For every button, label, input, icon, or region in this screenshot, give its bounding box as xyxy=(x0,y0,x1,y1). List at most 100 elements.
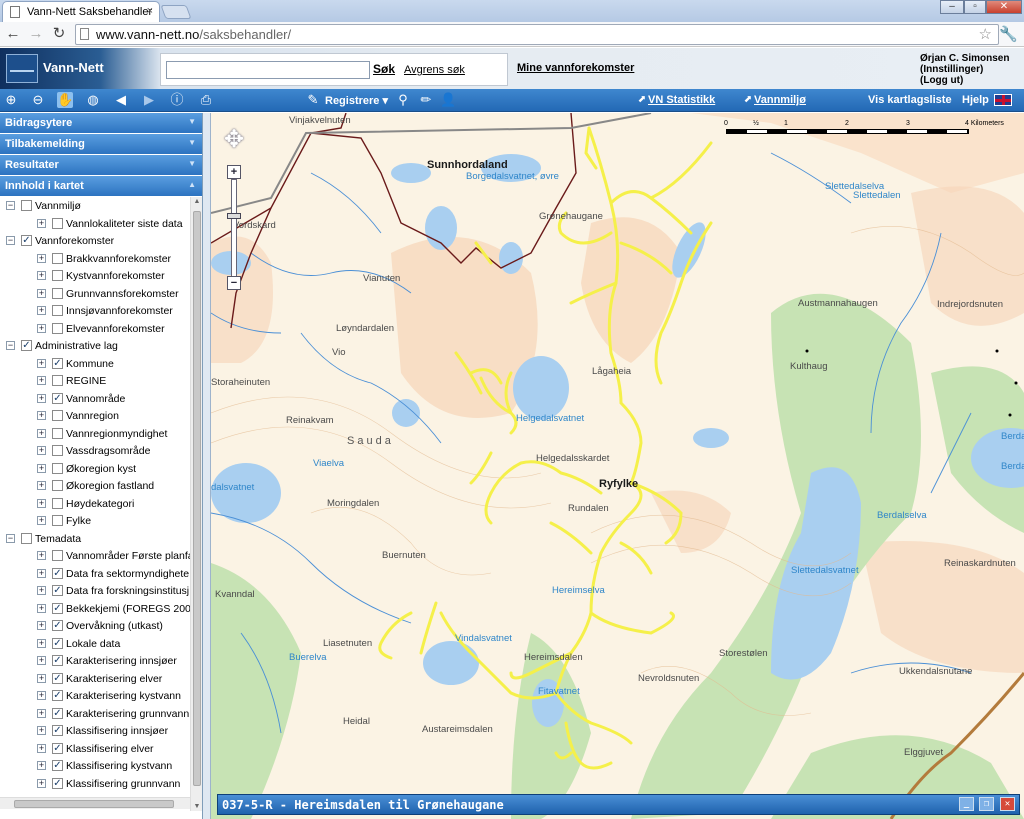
layer-row[interactable]: + ✓ Karakterisering innsjøer xyxy=(0,652,190,670)
layer-list-link[interactable]: Vis kartlagsliste xyxy=(868,94,952,106)
expand-icon[interactable]: + xyxy=(37,306,46,315)
layer-checkbox[interactable] xyxy=(52,375,63,386)
layer-checkbox[interactable]: ✓ xyxy=(52,567,63,579)
register-menu[interactable]: Registrere ▾ xyxy=(325,94,388,107)
maximize-window-button[interactable]: ▫ xyxy=(964,0,986,14)
layer-checkbox[interactable] xyxy=(52,515,63,526)
layer-group-row[interactable]: − ✓ Vannforekomster xyxy=(0,232,190,250)
layer-row[interactable]: + Elvevannforekomster xyxy=(0,320,190,338)
expand-icon[interactable]: + xyxy=(37,673,46,683)
panel-results[interactable]: Resultater ▼ xyxy=(0,155,202,175)
tree-horizontal-scrollbar[interactable] xyxy=(0,797,190,809)
search-input[interactable] xyxy=(166,61,370,79)
layer-group-row[interactable]: − Temadata xyxy=(0,530,190,548)
layer-row[interactable]: + Vannområder Første planfa xyxy=(0,547,190,565)
layer-checkbox[interactable] xyxy=(52,497,63,509)
layer-checkbox[interactable] xyxy=(21,532,32,544)
layer-checkbox[interactable] xyxy=(52,427,63,439)
zoom-in-icon[interactable]: ⊕ xyxy=(3,92,19,108)
layer-checkbox[interactable] xyxy=(52,270,63,281)
settings-link[interactable]: (Innstillinger) xyxy=(920,64,1009,75)
zoom-extent-icon[interactable]: ◍ xyxy=(85,92,101,108)
expand-icon[interactable]: + xyxy=(37,761,46,770)
layer-row[interactable]: + Vannregionmyndighet xyxy=(0,425,190,443)
map-zoom-out-button[interactable]: − xyxy=(227,276,241,290)
layer-checkbox[interactable] xyxy=(52,550,63,561)
layer-row[interactable]: + Fylke xyxy=(0,512,190,530)
layer-row[interactable]: + Brakkvannforekomster xyxy=(0,250,190,268)
expand-icon[interactable]: + xyxy=(37,271,46,280)
layer-checkbox[interactable] xyxy=(52,305,63,316)
bookmark-star-icon[interactable]: ☆ xyxy=(979,25,992,43)
expand-icon[interactable]: + xyxy=(37,778,46,788)
draw-icon[interactable]: ✏ xyxy=(418,92,434,108)
close-tab-icon[interactable]: × xyxy=(147,5,153,17)
panel-feedback[interactable]: Tilbakemelding ▼ xyxy=(0,134,202,154)
layer-checkbox[interactable]: ✓ xyxy=(21,340,32,351)
layer-checkbox[interactable]: ✓ xyxy=(52,620,63,631)
my-waterbodies-link[interactable]: Mine vannforekomster xyxy=(517,62,634,74)
expand-icon[interactable]: + xyxy=(37,726,46,735)
scrollbar-thumb[interactable] xyxy=(14,800,174,808)
layer-row[interactable]: + ✓ Bekkekjemi (FOREGS 2008 xyxy=(0,600,190,618)
layer-row[interactable]: + Vannregion xyxy=(0,407,190,425)
layer-row[interactable]: + ✓ Klassifisering elver xyxy=(0,740,190,758)
layer-checkbox[interactable] xyxy=(52,462,63,474)
add-user-icon[interactable]: 👤 xyxy=(440,92,456,108)
expand-icon[interactable]: + xyxy=(37,603,46,613)
new-tab-button[interactable] xyxy=(160,5,192,19)
layer-group-row[interactable]: − ✓ Administrative lag xyxy=(0,337,190,355)
layer-row[interactable]: + Innsjøvannforekomster xyxy=(0,302,190,320)
layer-checkbox[interactable]: ✓ xyxy=(52,707,63,719)
english-flag-icon[interactable] xyxy=(994,94,1012,106)
layer-checkbox[interactable]: ✓ xyxy=(52,725,63,736)
layer-row[interactable]: + Vannlokaliteter siste data xyxy=(0,215,190,233)
layer-row[interactable]: + ✓ Data fra sektormyndighete xyxy=(0,565,190,583)
collapse-icon[interactable]: − xyxy=(6,236,15,245)
previous-extent-icon[interactable]: ◀ xyxy=(113,92,129,108)
panel-map-contents[interactable]: Innhold i kartet ▲ xyxy=(0,176,202,196)
layer-checkbox[interactable]: ✓ xyxy=(52,742,63,754)
expand-icon[interactable]: + xyxy=(37,288,46,298)
scroll-down-icon[interactable]: ▼ xyxy=(192,803,202,810)
wrench-menu-icon[interactable]: 🔧 xyxy=(999,25,1018,43)
scroll-up-icon[interactable]: ▲ xyxy=(192,198,202,205)
close-window-button[interactable]: ✕ xyxy=(986,0,1022,14)
collapse-icon[interactable]: − xyxy=(6,533,15,543)
layer-row[interactable]: + ✓ Karakterisering grunnvann xyxy=(0,705,190,723)
layer-checkbox[interactable] xyxy=(52,445,63,456)
expand-icon[interactable]: + xyxy=(37,376,46,385)
info-window-titlebar[interactable]: 037-5-R - Hereimsdalen til Grønehaugane … xyxy=(217,794,1020,815)
layer-row[interactable]: + Høydekategori xyxy=(0,495,190,513)
tree-vertical-scrollbar[interactable]: ▲ ▼ xyxy=(190,197,202,811)
back-icon[interactable]: ← xyxy=(4,25,22,43)
collapse-icon[interactable]: − xyxy=(6,341,15,350)
expand-icon[interactable]: + xyxy=(37,253,46,263)
next-extent-icon[interactable]: ▶ xyxy=(141,92,157,108)
layer-row[interactable]: + ✓ Klassifisering kystvann xyxy=(0,757,190,775)
expand-icon[interactable]: + xyxy=(37,551,46,560)
expand-icon[interactable]: + xyxy=(37,358,46,368)
layer-row[interactable]: + ✓ Karakterisering elver xyxy=(0,670,190,688)
expand-icon[interactable]: + xyxy=(37,516,46,525)
expand-icon[interactable]: + xyxy=(37,428,46,438)
expand-icon[interactable]: + xyxy=(37,656,46,665)
expand-icon[interactable]: + xyxy=(37,393,46,403)
layer-group-row[interactable]: − Vannmiljø xyxy=(0,197,190,215)
panel-splitter[interactable] xyxy=(203,113,211,819)
restore-icon[interactable]: ❐ xyxy=(979,797,994,811)
panel-contributors[interactable]: Bidragsytere ▼ xyxy=(0,113,202,133)
search-button[interactable]: Søk xyxy=(373,62,395,76)
expand-icon[interactable]: + xyxy=(37,621,46,630)
map-view[interactable]: Vinjakvelnuten Sunnhordaland Borgedalsvatn… xyxy=(211,113,1024,819)
layer-row[interactable]: + Økoregion fastland xyxy=(0,477,190,495)
browser-tab[interactable]: Vann-Nett Saksbehandler × xyxy=(2,1,160,22)
pan-arrows-icon[interactable]: ✥ xyxy=(217,125,251,159)
address-bar[interactable]: www.vann-nett.no/saksbehandler/ ☆ xyxy=(75,24,999,45)
layer-row[interactable]: + Kystvannforekomster xyxy=(0,267,190,285)
reload-icon[interactable]: ↻ xyxy=(50,25,68,43)
layer-row[interactable]: + ✓ Vannområde xyxy=(0,390,190,408)
print-icon[interactable]: ⎙ xyxy=(198,92,214,108)
pan-hand-icon[interactable]: ✋ xyxy=(57,92,73,108)
expand-icon[interactable]: + xyxy=(37,568,46,578)
